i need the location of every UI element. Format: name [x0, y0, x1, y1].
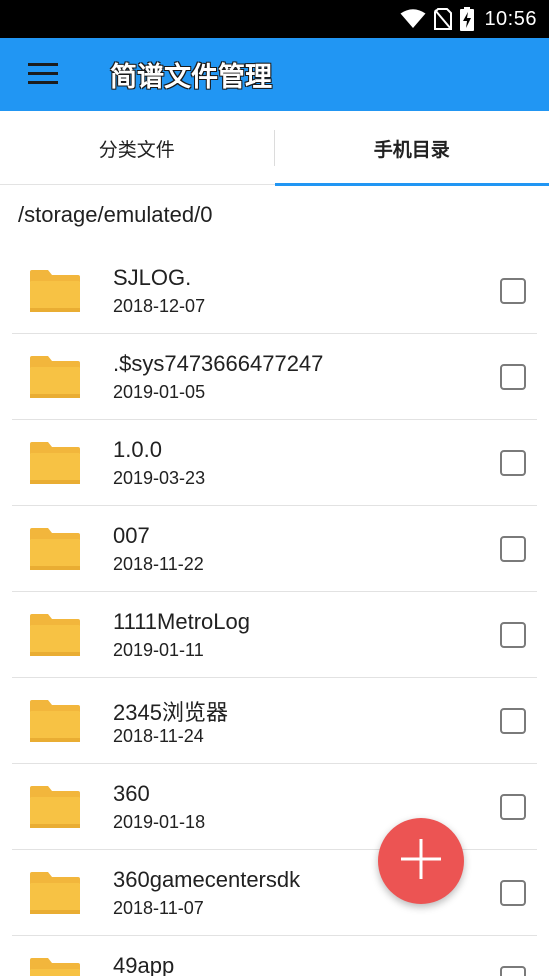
file-row[interactable]: 2345浏览器 2018-11-24 [12, 678, 537, 764]
select-checkbox[interactable] [500, 278, 526, 304]
wifi-icon [400, 9, 426, 29]
tab-bar: 分类文件 手机目录 [0, 111, 549, 186]
file-name: SJLOG. [113, 265, 192, 290]
folder-icon [28, 956, 82, 976]
select-checkbox[interactable] [500, 880, 526, 906]
file-name: 360 [113, 781, 150, 806]
file-list: SJLOG. 2018-12-07 .$sys7473666477247 201… [0, 248, 549, 976]
file-row[interactable]: 49app [12, 936, 537, 976]
select-checkbox[interactable] [500, 622, 526, 648]
file-date: 2018-11-24 [113, 726, 204, 746]
file-date: 2019-01-05 [113, 382, 206, 402]
screen: 10:56 简谱文件管理 分类文件 手机目录 /storage/emulated… [0, 0, 549, 976]
app-bar: 简谱文件管理 [0, 38, 549, 111]
app-title: 简谱文件管理 [110, 62, 272, 93]
file-row[interactable]: 1111MetroLog 2019-01-11 [12, 592, 537, 678]
select-checkbox[interactable] [500, 364, 526, 390]
file-row[interactable]: 007 2018-11-22 [12, 506, 537, 592]
select-checkbox[interactable] [500, 966, 526, 976]
no-sim-icon [434, 8, 453, 30]
folder-icon [28, 612, 82, 658]
file-row[interactable]: .$sys7473666477247 2019-01-05 [12, 334, 537, 420]
folder-icon [28, 268, 82, 314]
select-checkbox[interactable] [500, 536, 526, 562]
file-name: 360gamecentersdk [113, 867, 301, 892]
tab-label: 手机目录 [373, 138, 450, 161]
current-path: /storage/emulated/0 [18, 202, 213, 227]
folder-icon [28, 354, 82, 400]
file-name: 1.0.0 [113, 437, 162, 462]
status-time: 10:56 [484, 7, 537, 30]
file-row[interactable]: 1.0.0 2019-03-23 [12, 420, 537, 506]
file-date: 2018-11-22 [113, 554, 204, 574]
file-date: 2019-03-23 [113, 468, 206, 488]
hamburger-menu-icon [28, 62, 58, 88]
file-date: 2019-01-11 [113, 640, 204, 660]
file-date: 2018-12-07 [113, 296, 206, 316]
status-bar: 10:56 [0, 0, 549, 38]
folder-icon [28, 440, 82, 486]
battery-charging-icon [460, 7, 475, 31]
folder-icon [28, 698, 82, 744]
add-fab-button[interactable] [378, 818, 464, 904]
plus-icon [399, 837, 443, 885]
tab-active-indicator [274, 183, 549, 186]
file-name: 007 [113, 523, 150, 548]
file-date: 2018-11-07 [113, 898, 204, 918]
tab-phone-directory[interactable]: 手机目录 [274, 111, 549, 186]
file-name: 49app [113, 953, 175, 976]
file-row[interactable]: SJLOG. 2018-12-07 [12, 248, 537, 334]
file-name: 1111MetroLog [113, 609, 250, 634]
file-date: 2019-01-18 [113, 812, 206, 832]
tab-label: 分类文件 [98, 138, 175, 161]
select-checkbox[interactable] [500, 450, 526, 476]
file-name: 2345浏览器 [113, 700, 228, 725]
file-row[interactable]: 360 2019-01-18 [12, 764, 537, 850]
folder-icon [28, 526, 82, 572]
select-checkbox[interactable] [500, 794, 526, 820]
folder-icon [28, 784, 82, 830]
select-checkbox[interactable] [500, 708, 526, 734]
folder-icon [28, 870, 82, 916]
menu-button[interactable] [0, 38, 86, 111]
file-name: .$sys7473666477247 [113, 351, 324, 376]
tab-categorized-files[interactable]: 分类文件 [0, 111, 274, 185]
